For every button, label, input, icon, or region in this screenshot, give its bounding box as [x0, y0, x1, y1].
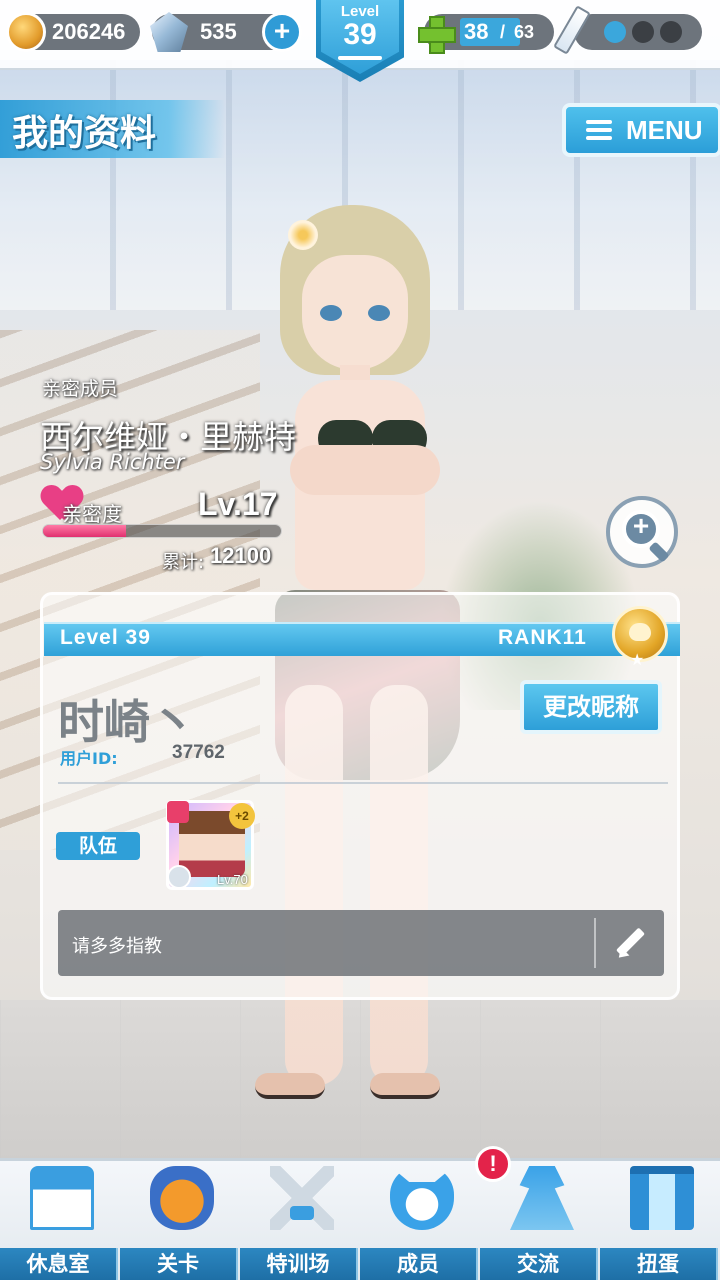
character-eye-left	[320, 305, 342, 321]
level-exp-bar	[338, 56, 382, 60]
nav-label-gacha: 扭蛋	[600, 1248, 718, 1280]
gem-counter: 535 +	[150, 12, 302, 52]
card-plus-badge: +2	[229, 803, 255, 829]
rename-button[interactable]: 更改昵称	[520, 680, 662, 734]
crossed-swords-icon	[270, 1166, 334, 1230]
character-arms	[290, 445, 440, 495]
sandal-right	[370, 1073, 440, 1099]
nav-item-lounge[interactable]: 休息室	[0, 1160, 120, 1280]
stamina-separator: /	[500, 21, 506, 42]
menu-button[interactable]: MENU	[562, 103, 720, 157]
stamina-max: 63	[514, 21, 535, 42]
nav-label-social: 交流	[480, 1248, 598, 1280]
nav-label-stages: 关卡	[120, 1248, 238, 1280]
user-id-value: 37762	[172, 742, 225, 763]
bond-member-caption: 亲密成员	[42, 378, 119, 400]
comment-text: 请多多指教	[72, 936, 162, 957]
affection-progress-bar	[42, 524, 282, 538]
affection-total-value: 12100	[210, 543, 272, 568]
menu-label: MENU	[626, 114, 703, 145]
card-level: Lv.70	[217, 872, 248, 887]
comment-separator	[594, 918, 596, 968]
pencil-edit-icon[interactable]	[612, 924, 648, 962]
team-member-card[interactable]: +2 Lv.70	[166, 800, 255, 890]
character-face	[302, 255, 408, 370]
nav-item-members[interactable]: 成员	[360, 1160, 480, 1280]
zoom-button[interactable]	[606, 496, 678, 568]
add-gems-button[interactable]: +	[262, 12, 302, 52]
nav-label-training: 特训场	[240, 1248, 358, 1280]
nav-label-members: 成员	[360, 1248, 478, 1280]
gem-value: 535	[200, 19, 237, 44]
card-divider	[58, 782, 668, 784]
sandal-left	[255, 1073, 325, 1099]
hammer-icon	[167, 865, 191, 889]
stamina-counter: 38 / 63	[418, 14, 554, 54]
coin-icon	[6, 12, 46, 52]
stamina-current: 38	[464, 19, 489, 44]
coin-value: 206246	[52, 19, 126, 44]
character-eye-right	[368, 305, 390, 321]
nav-item-training[interactable]: 特训场	[240, 1160, 360, 1280]
page-title: 我的资料	[12, 113, 157, 154]
stamina-plus-icon	[418, 16, 456, 54]
nav-item-stages[interactable]: 关卡	[120, 1160, 240, 1280]
team-label: 队伍	[56, 832, 140, 860]
affection-progress-fill	[43, 525, 127, 537]
zoom-handle	[648, 541, 670, 563]
cat-mascot-icon	[390, 1166, 454, 1230]
curtain-icon	[630, 1166, 694, 1230]
coin-counter: 206246	[6, 12, 140, 52]
hamburger-icon	[586, 120, 612, 140]
nav-item-gacha[interactable]: 扭蛋	[600, 1160, 720, 1280]
user-id-label: 用户ID:	[60, 749, 118, 768]
demon-icon	[150, 1166, 214, 1230]
affection-level: Lv.17	[198, 486, 278, 522]
dress-icon	[510, 1166, 574, 1230]
battle-point-dot	[604, 21, 626, 43]
nav-label-lounge: 休息室	[0, 1248, 118, 1280]
level-badge-value: 39	[343, 18, 377, 51]
battle-point-dot	[632, 21, 654, 43]
battle-points-counter	[553, 5, 702, 55]
battle-point-dot	[660, 21, 682, 43]
card-type-icon	[167, 801, 189, 823]
profile-rank: RANK11	[498, 626, 587, 649]
affection-label: 亲密度	[62, 502, 122, 526]
flower-hairpin	[288, 220, 318, 250]
bond-member-name-en: Sylvia Richter	[40, 450, 185, 474]
affection-total-label: 累计:	[162, 552, 205, 573]
notification-badge: !	[475, 1146, 511, 1182]
profile-level: Level 39	[60, 626, 151, 649]
school-icon	[30, 1166, 94, 1230]
rank-star-icon: ★	[630, 650, 645, 669]
